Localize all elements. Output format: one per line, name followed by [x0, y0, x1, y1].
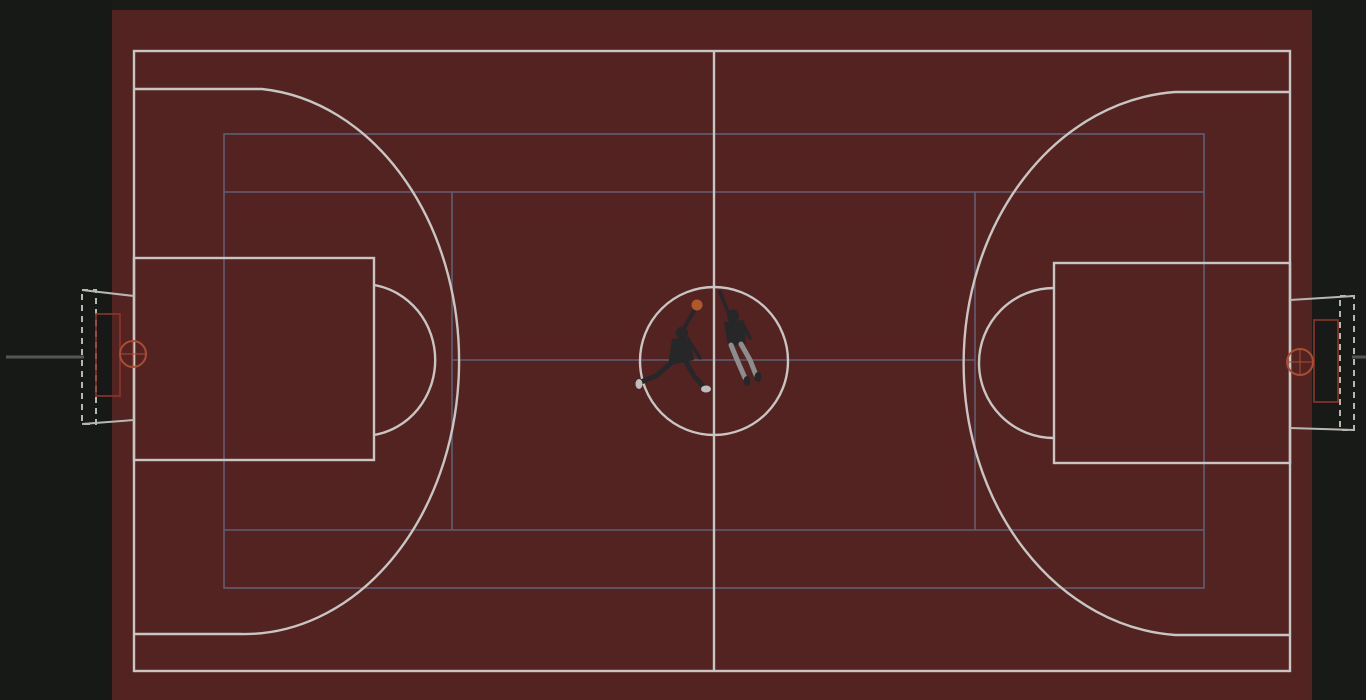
- court-photo: [0, 0, 1366, 700]
- photo-vignette: [0, 0, 1366, 700]
- court-svg: [0, 0, 1366, 700]
